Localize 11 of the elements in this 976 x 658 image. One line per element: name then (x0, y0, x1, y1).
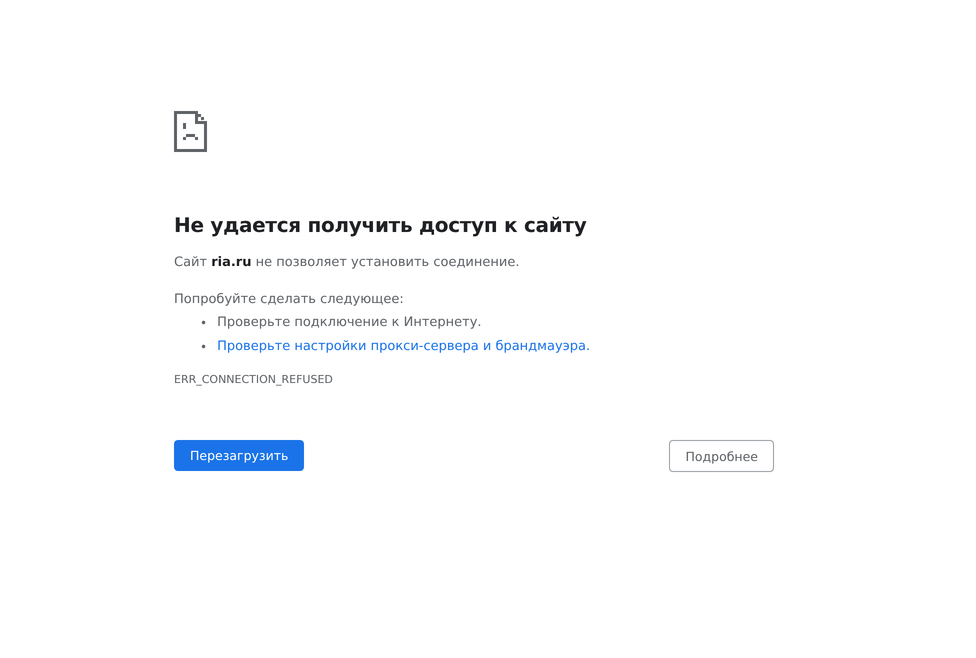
error-heading: Не удается получить доступ к сайту (174, 213, 588, 237)
suggestions-title: Попробуйте сделать следующее: (174, 292, 405, 307)
details-button[interactable]: Подробнее (669, 440, 774, 472)
proxy-settings-link[interactable]: Проверьте настройки прокси-сервера и брандмауэра. (217, 335, 590, 359)
bullet: • (200, 315, 208, 332)
error-summary: Сайт ria.ru не позволяет установить соединение. (174, 255, 520, 270)
error-code: ERR_CONNECTION_REFUSED (174, 373, 334, 386)
reload-button[interactable]: Перезагрузить (174, 440, 304, 471)
sad-page-icon (174, 111, 207, 152)
suggestion-text: Проверьте подключение к Интернету. (217, 314, 482, 332)
bullet: • (200, 339, 208, 356)
